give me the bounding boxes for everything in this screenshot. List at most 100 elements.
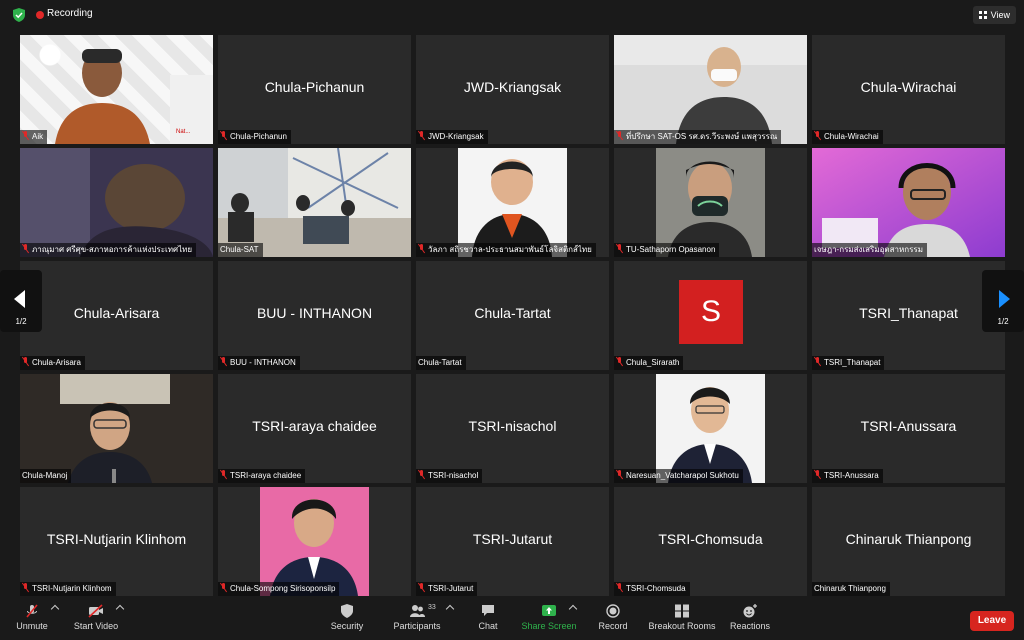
mic-muted-icon [220,470,227,479]
participant-tile[interactable]: BUU - INTHANON BUU - INTHANON [218,261,411,370]
breakout-rooms-button[interactable]: Breakout Rooms [648,604,716,631]
participant-tile[interactable]: TSRI_Thanapat TSRI_Thanapat [812,261,1005,370]
record-icon [606,604,620,618]
participants-count: 33 [428,604,436,611]
room-video-icon [218,148,411,257]
person-photo-icon [656,374,765,483]
participant-tile-active-speaker[interactable]: เจษฎา-กรมส่งเสริมอุตสาหกรรม [812,148,1005,257]
audio-options-chevron-icon[interactable] [50,604,60,614]
participant-tile[interactable]: Chula-Wirachai Chula-Wirachai [812,35,1005,144]
participant-name-label: Chula-Tartat [416,356,466,370]
next-page-button[interactable]: 1/2 [982,270,1024,332]
reactions-button[interactable]: Reactions [728,604,772,631]
mic-muted-icon [220,357,227,366]
view-label: View [990,10,1010,20]
security-button[interactable]: Security [328,604,366,631]
participant-display-name: TSRI-araya chaidee [252,418,377,434]
participant-name-label: Chula-Arisara [20,356,85,370]
participant-tile[interactable]: JWD-Kriangsak JWD-Kriangsak [416,35,609,144]
participant-display-name: Chinaruk Thianpong [845,531,972,547]
participant-tile[interactable]: TSRI-araya chaidee TSRI-araya chaidee [218,374,411,483]
participant-tile[interactable]: Chula-Manoj [20,374,213,483]
participant-display-name: Chula-Arisara [73,305,160,321]
chat-label: Chat [478,621,498,631]
participant-display-name: TSRI-Anussara [860,418,957,434]
participant-name-label: Naresuan_Vatcharapol Sukhotu [614,469,743,483]
unmute-button[interactable]: Unmute [14,604,50,631]
participant-name-label: วัลภา สถิรชวาล-ประธานสมาพันธ์โลจิสติกส์ไ… [416,243,596,257]
view-button[interactable]: View [972,6,1016,24]
mic-muted-icon [616,583,623,592]
participant-name-label: TSRI-Jutarut [416,582,478,596]
participant-name-label: Aik [20,130,48,144]
mic-muted-icon [814,131,821,140]
shield-icon [341,604,353,618]
participant-tile[interactable]: TSRI-Anussara TSRI-Anussara [812,374,1005,483]
record-button[interactable]: Record [596,604,630,631]
participant-tile[interactable]: Chula-Arisara Chula-Arisara [20,261,213,370]
participant-tile[interactable]: Naresuan_Vatcharapol Sukhotu [614,374,807,483]
security-label: Security [330,621,364,631]
record-label: Record [598,621,628,631]
mic-muted-icon [814,357,821,366]
participant-name-label: JWD-Kriangsak [416,130,488,144]
participant-tile[interactable]: ที่ปรึกษา SAT-OS รศ.ดร.วีระพงษ์ แพสุวรรณ [614,35,807,144]
participant-name-label: TSRI-araya chaidee [218,469,306,483]
start-video-button[interactable]: Start Video [72,604,120,631]
participant-avatar: S [679,280,743,344]
participant-tile[interactable]: Chula-SAT [218,148,411,257]
participant-name-label: Chula-Manoj [20,469,72,483]
reactions-icon [743,604,757,618]
participant-tile[interactable]: Nat... Aik [20,35,213,144]
participant-name-label: BUU - INTHANON [218,356,300,370]
arrow-left-icon [14,290,25,308]
participant-tile[interactable]: TSRI-Jutarut TSRI-Jutarut [416,487,609,596]
mic-muted-icon [22,131,29,140]
person-photo-icon [458,148,567,257]
share-screen-icon [542,605,556,616]
participant-tile[interactable]: TSRI-nisachol TSRI-nisachol [416,374,609,483]
mic-muted-icon [616,357,623,366]
participant-name-label: TU-Sathaporn Opasanon [614,243,720,257]
participant-display-name: Chula-Tartat [474,305,551,321]
participant-name-label: TSRI-nisachol [416,469,483,483]
participant-display-name: JWD-Kriangsak [463,79,562,95]
participants-icon [410,605,425,617]
participant-display-name: Chula-Pichanun [264,79,365,95]
participant-name-label: เจษฎา-กรมส่งเสริมอุตสาหกรรม [812,243,927,257]
participant-tile[interactable]: Chula-Tartat Chula-Tartat [416,261,609,370]
participant-tile[interactable]: S Chula_Sirarath [614,261,807,370]
participant-tile[interactable]: TSRI-Nutjarin Klinhom TSRI-Nutjarin Klin… [20,487,213,596]
participant-display-name: BUU - INTHANON [256,305,373,321]
share-screen-label: Share Screen [521,621,577,631]
shield-check-icon[interactable] [12,8,26,22]
participant-display-name: Chula-Wirachai [860,79,957,95]
participant-name-label: ภาณุมาศ ศรีศุข-สภาหอการค้าแห่งประเทศไทย [20,243,197,257]
mic-muted-icon [220,131,227,140]
gallery-grid: Nat... Aik Chula-Pichanun Chula-Pichanun… [20,35,1005,598]
page-indicator-left: 1/2 [15,317,27,326]
participant-tile[interactable]: Chula-Sompong Sirisoponsilp [218,487,411,596]
participants-options-chevron-icon[interactable] [445,604,455,614]
participant-display-name: TSRI-nisachol [468,418,557,434]
mic-muted-icon [814,470,821,479]
participant-tile[interactable]: วัลภา สถิรชวาล-ประธานสมาพันธ์โลจิสติกส์ไ… [416,148,609,257]
arrow-right-icon [999,290,1010,308]
person-video-icon [20,148,213,257]
participant-display-name: TSRI-Jutarut [472,531,553,547]
grid-icon [978,11,987,19]
participant-tile[interactable]: ภาณุมาศ ศรีศุข-สภาหอการค้าแห่งประเทศไทย [20,148,213,257]
participant-tile[interactable]: Chula-Pichanun Chula-Pichanun [218,35,411,144]
participant-display-name: TSRI-Chomsuda [658,531,763,547]
participant-display-name: TSRI-Nutjarin Klinhom [46,531,187,547]
chat-button[interactable]: Chat [476,604,500,631]
participant-tile[interactable]: Chinaruk Thianpong Chinaruk Thianpong [812,487,1005,596]
participant-name-label: TSRI-Nutjarin Klinhom [20,582,116,596]
previous-page-button[interactable]: 1/2 [0,270,42,332]
leave-button[interactable]: Leave [970,611,1014,631]
participant-tile[interactable]: TSRI-Chomsuda TSRI-Chomsuda [614,487,807,596]
participant-name-label: TSRI-Chomsuda [614,582,690,596]
participant-name-label: Chula-Pichanun [218,130,291,144]
participant-name-label: TSRI_Thanapat [812,356,885,370]
participant-tile[interactable]: TU-Sathaporn Opasanon [614,148,807,257]
